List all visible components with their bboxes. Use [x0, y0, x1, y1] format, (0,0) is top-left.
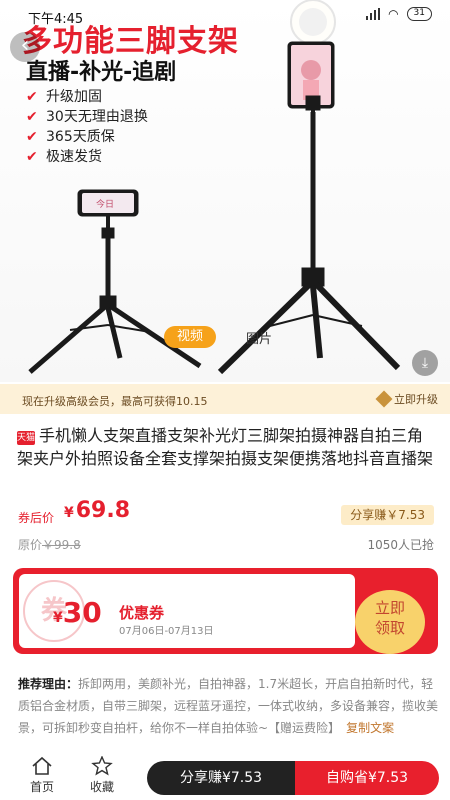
download-button[interactable]: ⤓	[412, 350, 438, 376]
coupon-price-label: 券后价	[18, 511, 55, 525]
diamond-icon	[375, 390, 393, 408]
home-icon	[32, 756, 52, 775]
copy-text-button[interactable]: 复制文案	[346, 721, 394, 735]
self-buy-button[interactable]: 自购省¥7.53	[295, 761, 439, 795]
nav-favorite[interactable]: 收藏	[82, 756, 122, 795]
checkmark-icon: ✔	[26, 129, 38, 145]
checkmark-icon: ✔	[26, 89, 38, 105]
wifi-icon: ◠	[388, 7, 399, 21]
checkmark-icon: ✔	[26, 109, 38, 125]
product-title: 天猫 手机懒人支架直播支架补光灯三脚架拍摄神器自拍三角架夹户外拍照设备全套支撑架拍…	[17, 424, 437, 470]
coupon-value: ¥30	[53, 596, 102, 629]
member-upgrade-banner: 现在升级高级会员，最高可获得10.15 立即升级	[0, 384, 450, 414]
feature-item: ✔ 极速发货	[26, 149, 102, 165]
share-earn-button[interactable]: 分享赚¥7.53	[147, 761, 295, 795]
feature-item: ✔ 30天无理由退换	[26, 109, 148, 125]
video-tab[interactable]: 视频	[164, 326, 216, 348]
upgrade-button[interactable]: 立即升级	[375, 389, 438, 409]
coupon-name: 优惠券	[119, 604, 165, 622]
bottom-action-bar: 首页 收藏 分享赚¥7.53 自购省¥7.53	[0, 752, 450, 800]
sold-count: 1050人已抢	[367, 538, 434, 552]
final-price: ¥69.8	[64, 498, 131, 523]
upgrade-label: 立即升级	[394, 393, 438, 406]
signal-icon	[366, 8, 381, 20]
feature-list: ✔ 升级加固 ✔ 30天无理由退换 ✔ 365天质保 ✔ 极速发货	[26, 87, 148, 167]
recommend-reason: 推荐理由：拆卸两用，美颜补光，自拍神器，1.7米超长，开启自拍新时代，轻质铝合金…	[18, 673, 438, 739]
checkmark-icon: ✔	[26, 149, 38, 165]
small-phone-label: 今日	[96, 198, 114, 210]
hero-subtitle: 直播-补光-追剧	[26, 60, 177, 85]
product-title-text: 手机懒人支架直播支架补光灯三脚架拍摄神器自拍三角架夹户外拍照设备全套支撑架拍摄支…	[17, 426, 434, 468]
member-upgrade-text: 现在升级高级会员，最高可获得10.15	[22, 395, 208, 408]
big-tripod-graphic	[217, 41, 401, 375]
claim-coupon-button[interactable]: 立即 领取	[355, 590, 425, 654]
coupon-dates: 07月06日-07月13日	[119, 626, 214, 637]
product-image-gallery[interactable]: 今日 下午4:45 ◠ 31 多功能三脚支架 ‹ 直播-补光-追剧 ✔ 升级加固…	[0, 0, 450, 382]
battery-icon: 31	[406, 7, 432, 21]
feature-item: ✔ 升级加固	[26, 89, 102, 105]
store-badge-icon: 天猫	[17, 431, 36, 445]
share-earn-tag: 分享赚￥7.53	[341, 505, 434, 525]
star-icon	[91, 756, 113, 776]
feature-item: ✔ 365天质保	[26, 129, 115, 145]
picture-tab[interactable]: 图片	[246, 328, 272, 347]
nav-home[interactable]: 首页	[22, 756, 62, 795]
original-price: 原价￥99.8	[18, 538, 81, 552]
status-icons: ◠ 31	[366, 7, 432, 21]
coupon-card[interactable]: 券 ¥30 优惠券 07月06日-07月13日 立即 领取	[13, 568, 438, 654]
recommend-lead: 推荐理由：	[18, 677, 79, 691]
download-icon: ⤓	[421, 355, 429, 371]
coupon-body: 券 ¥30 优惠券 07月06日-07月13日	[19, 574, 355, 648]
